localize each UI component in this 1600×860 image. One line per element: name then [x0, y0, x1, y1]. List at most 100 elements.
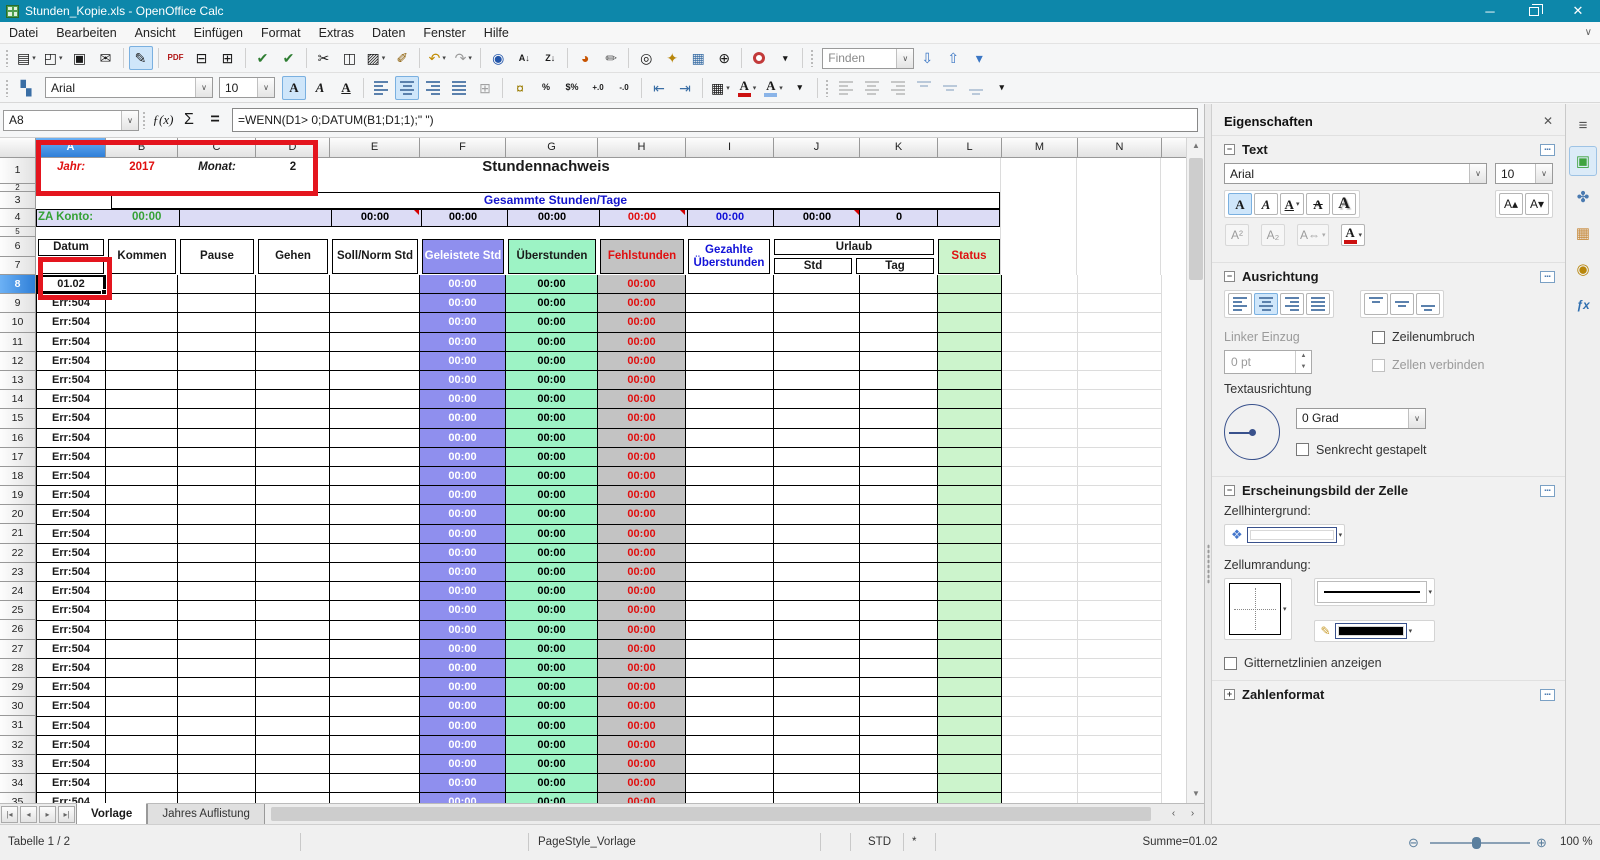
cell-I19[interactable] [686, 486, 774, 506]
cell-A34[interactable]: Err:504 [36, 774, 106, 794]
cell-D32[interactable] [256, 735, 330, 755]
cell-C10[interactable] [178, 313, 256, 333]
cell-K4[interactable]: 0 [896, 210, 902, 225]
cell-N27[interactable] [1078, 639, 1162, 659]
cell-I20[interactable] [686, 505, 774, 525]
cell-F19[interactable]: 00:00 [420, 486, 506, 506]
cell-C16[interactable] [178, 428, 256, 448]
cell-E26[interactable] [330, 620, 420, 640]
insert-chart-button[interactable]: ◕ [573, 46, 597, 70]
zoom-slider[interactable]: ⊖ ⊕ [1408, 835, 1553, 851]
cell-E30[interactable] [330, 697, 420, 717]
page-preview-button[interactable]: ⊞ [216, 46, 240, 70]
cell-G13[interactable]: 00:00 [506, 371, 598, 391]
cell-K17[interactable] [860, 447, 938, 467]
open-button[interactable]: ◰ ▾ [41, 46, 66, 70]
cell-L13[interactable] [938, 371, 1002, 391]
cell-G33[interactable]: 00:00 [506, 755, 598, 775]
cell-E4[interactable]: 00:00 [361, 210, 389, 225]
cell-K14[interactable] [860, 390, 938, 410]
cell-C8[interactable] [178, 275, 256, 295]
cell-N21[interactable] [1078, 524, 1162, 544]
sidebar-increase-font-size-button[interactable]: A▴ [1499, 193, 1523, 215]
cell-J21[interactable] [774, 524, 860, 544]
cell-A14[interactable]: Err:504 [36, 390, 106, 410]
cell-N23[interactable] [1078, 563, 1162, 583]
cell-H20[interactable]: 00:00 [598, 505, 686, 525]
align-objects-bottom-button[interactable] [964, 76, 988, 100]
cell-G25[interactable]: 00:00 [506, 601, 598, 621]
cell-I17[interactable] [686, 447, 774, 467]
sheet-title[interactable]: Stundennachweis [420, 158, 672, 175]
cell-E25[interactable] [330, 601, 420, 621]
row-header-3[interactable]: 3 [0, 192, 36, 209]
find-previous-button[interactable]: ⇧ [941, 46, 965, 70]
cell-C27[interactable] [178, 639, 256, 659]
minimize-button[interactable]: ─ [1468, 0, 1512, 22]
cell-B33[interactable] [106, 755, 178, 775]
cell-K18[interactable] [860, 467, 938, 487]
cell-A22[interactable]: Err:504 [36, 543, 106, 563]
close-button[interactable]: ✕ [1556, 0, 1600, 22]
cell-K20[interactable] [860, 505, 938, 525]
cell-J26[interactable] [774, 620, 860, 640]
cell-N16[interactable] [1078, 428, 1162, 448]
row-header-28[interactable]: 28 [0, 658, 36, 678]
cell-B20[interactable] [106, 505, 178, 525]
cell-F8[interactable]: 00:00 [420, 275, 506, 295]
gallery-tab-icon[interactable]: ▦ [1569, 218, 1597, 248]
cell-N11[interactable] [1078, 332, 1162, 352]
underline-button[interactable]: A [334, 76, 358, 100]
cell-G14[interactable]: 00:00 [506, 390, 598, 410]
cell-F35[interactable]: 00:00 [420, 793, 506, 803]
cell-B8[interactable] [106, 275, 178, 295]
cell-J32[interactable] [774, 735, 860, 755]
cell-D17[interactable] [256, 447, 330, 467]
cell-E11[interactable] [330, 332, 420, 352]
cell-I11[interactable] [686, 332, 774, 352]
header-urlaub[interactable]: Urlaub [774, 239, 934, 255]
cell-C25[interactable] [178, 601, 256, 621]
cell-B31[interactable] [106, 716, 178, 736]
cell-C26[interactable] [178, 620, 256, 640]
row-header-30[interactable]: 30 [0, 697, 36, 717]
cell-J20[interactable] [774, 505, 860, 525]
cell-M12[interactable] [1002, 351, 1078, 371]
cell-C12[interactable] [178, 351, 256, 371]
cell-G34[interactable]: 00:00 [506, 774, 598, 794]
draw-functions-button[interactable]: ✏ [599, 46, 623, 70]
cell-H25[interactable]: 00:00 [598, 601, 686, 621]
cell-A25[interactable]: Err:504 [36, 601, 106, 621]
cell-D10[interactable] [256, 313, 330, 333]
cell-N29[interactable] [1078, 678, 1162, 698]
cell-I15[interactable] [686, 409, 774, 429]
cell-K31[interactable] [860, 716, 938, 736]
cell-G20[interactable]: 00:00 [506, 505, 598, 525]
cell-J12[interactable] [774, 351, 860, 371]
navigator-tab-icon[interactable]: ◉ [1569, 254, 1597, 284]
show-gridlines-checkbox[interactable]: Gitternetzlinien anzeigen [1224, 656, 1553, 670]
cell-B34[interactable] [106, 774, 178, 794]
cell-B16[interactable] [106, 428, 178, 448]
cell-B30[interactable] [106, 697, 178, 717]
cell-N13[interactable] [1078, 371, 1162, 391]
cell-K24[interactable] [860, 582, 938, 602]
row-header-23[interactable]: 23 [0, 562, 36, 582]
cell-G15[interactable]: 00:00 [506, 409, 598, 429]
align-objects-top-button[interactable] [912, 76, 936, 100]
cell-I32[interactable] [686, 735, 774, 755]
cell-H27[interactable]: 00:00 [598, 639, 686, 659]
row-header-19[interactable]: 19 [0, 486, 36, 506]
cell-C20[interactable] [178, 505, 256, 525]
cell-C31[interactable] [178, 716, 256, 736]
cell-K29[interactable] [860, 678, 938, 698]
cell-E17[interactable] [330, 447, 420, 467]
background-color-swatch[interactable] [1246, 527, 1337, 543]
cell-E33[interactable] [330, 755, 420, 775]
cell-J27[interactable] [774, 639, 860, 659]
cell-B26[interactable] [106, 620, 178, 640]
cell-F20[interactable]: 00:00 [420, 505, 506, 525]
cell-N15[interactable] [1078, 409, 1162, 429]
cell-G10[interactable]: 00:00 [506, 313, 598, 333]
font-name-combo[interactable]: Arial ∨ [45, 77, 213, 98]
